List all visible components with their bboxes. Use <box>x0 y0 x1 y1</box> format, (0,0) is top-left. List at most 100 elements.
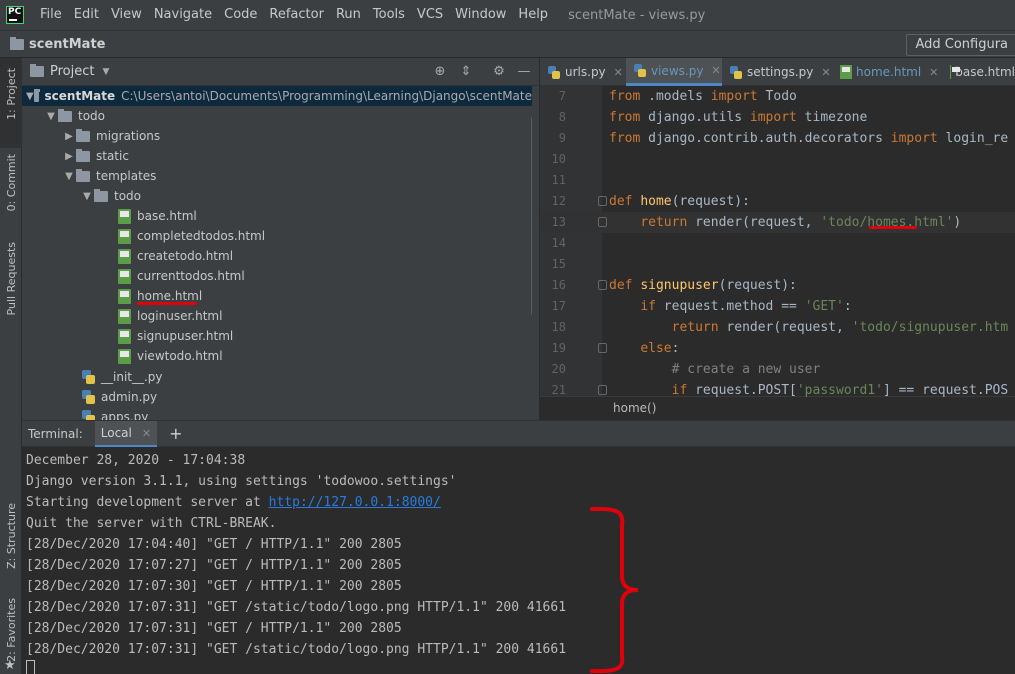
project-tree: ▼ scentMate C:\Users\antoi\Documents\Pro… <box>22 86 532 420</box>
line-number: 9 <box>558 131 566 145</box>
tree-item-file[interactable]: base.html <box>22 206 197 226</box>
tree-item-todo[interactable]: ▼ todo <box>22 106 105 126</box>
project-panel: Project ▼ ⊕ ⇕ ⚙ — ▼ scentMate C:\Users\a… <box>22 58 540 420</box>
tree-item-label: __init__.py <box>101 370 163 384</box>
code-line[interactable]: 7 from .models import Todo <box>540 86 1015 107</box>
line-number: 20 <box>551 362 566 376</box>
tree-item-file[interactable]: completedtodos.html <box>22 226 265 246</box>
tree-item-file[interactable]: currenttodos.html <box>22 266 245 286</box>
breadcrumb-function[interactable]: home() <box>613 401 656 415</box>
tree-item-file[interactable]: __init__.py <box>22 367 163 387</box>
chevron-down-icon[interactable]: ▼ <box>62 171 76 182</box>
code-token: timezone <box>796 110 868 125</box>
code-line[interactable]: 11 <box>540 170 1015 191</box>
left-tool-stripe: 1: Project 0: Commit Pull Requests Z: St… <box>0 58 22 674</box>
tree-item-file[interactable]: signupuser.html <box>22 326 233 346</box>
code-line[interactable]: 14 <box>540 233 1015 254</box>
close-icon[interactable]: ✕ <box>614 66 623 79</box>
code-line[interactable]: 21 if request.POST['password1'] == reque… <box>540 380 1015 401</box>
tool-tab-project[interactable]: 1: Project <box>0 58 22 148</box>
gear-icon[interactable]: ⚙ <box>491 64 507 80</box>
tree-item-static[interactable]: ▶ static <box>22 146 129 166</box>
red-annotation-underline <box>137 302 197 305</box>
tree-item-migrations[interactable]: ▶ migrations <box>22 126 160 146</box>
tree-item-file[interactable]: admin.py <box>22 387 157 407</box>
code-line[interactable]: 17 if request.method == 'GET': <box>540 296 1015 317</box>
add-terminal-icon[interactable]: + <box>169 424 182 443</box>
locate-icon[interactable]: ⊕ <box>432 64 448 80</box>
chevron-down-icon[interactable]: ▼ <box>26 91 34 102</box>
menu-vcs[interactable]: VCS <box>411 0 449 30</box>
code-token: django.contrib.auth.decorators <box>640 131 891 146</box>
line-number: 13 <box>551 215 566 229</box>
line-number: 19 <box>551 341 566 355</box>
chevron-right-icon[interactable]: ▶ <box>62 131 76 142</box>
python-file-icon <box>82 410 95 420</box>
code-line[interactable]: 10 <box>540 149 1015 170</box>
tree-item-file[interactable]: viewtodo.html <box>22 346 223 366</box>
menu-help[interactable]: Help <box>512 0 554 30</box>
menu-run[interactable]: Run <box>330 0 367 30</box>
menu-code[interactable]: Code <box>218 0 263 30</box>
terminal-cursor[interactable] <box>26 660 35 674</box>
tree-item-label: currenttodos.html <box>137 269 245 283</box>
menu-window[interactable]: Window <box>449 0 512 30</box>
menu-view[interactable]: View <box>105 0 148 30</box>
tree-item-file[interactable]: createtodo.html <box>22 246 233 266</box>
tab-settings-py[interactable]: settings.py ✕ <box>722 58 832 86</box>
fold-marker-icon[interactable] <box>598 217 607 227</box>
tree-item-templates[interactable]: ▼ templates <box>22 166 156 186</box>
tool-tab-commit[interactable]: 0: Commit <box>0 150 22 230</box>
chevron-down-icon[interactable]: ▼ <box>44 111 58 122</box>
tree-item-file[interactable]: loginuser.html <box>22 306 222 326</box>
chevron-down-icon[interactable]: ▼ <box>102 67 109 77</box>
code-line[interactable]: 18 return render(request, 'todo/signupus… <box>540 317 1015 338</box>
tab-home-html[interactable]: home.html ✕ <box>832 58 942 86</box>
tree-item-file[interactable]: apps.py <box>22 407 148 420</box>
code-line[interactable]: 12 def home(request): <box>540 191 1015 212</box>
code-line[interactable]: 15 <box>540 254 1015 275</box>
add-configuration-button[interactable]: Add Configura <box>906 34 1015 56</box>
tree-item-label: completedtodos.html <box>137 229 266 243</box>
menu-edit[interactable]: Edit <box>68 0 105 30</box>
close-icon[interactable]: ✕ <box>711 64 720 77</box>
hide-icon[interactable]: — <box>516 64 532 80</box>
code-line[interactable]: 16 def signupuser(request): <box>540 275 1015 296</box>
fold-marker-icon[interactable] <box>598 343 607 353</box>
tree-scrollbar[interactable] <box>531 116 532 316</box>
chevron-down-icon[interactable]: ▼ <box>80 191 94 202</box>
tool-tab-pull-requests[interactable]: Pull Requests <box>0 238 22 333</box>
menu-navigate[interactable]: Navigate <box>148 0 218 30</box>
code-line[interactable]: 13 return render(request, 'todo/homes.ht… <box>540 212 1015 233</box>
code-line[interactable]: 9 from django.contrib.auth.decorators imp… <box>540 128 1015 149</box>
tree-item-templates-todo[interactable]: ▼ todo <box>22 186 141 206</box>
fold-marker-icon[interactable] <box>598 280 607 290</box>
code-text: from django.contrib.auth.decorators impo… <box>609 128 1008 149</box>
collapse-all-icon[interactable]: ⇕ <box>458 64 474 80</box>
close-icon[interactable]: ✕ <box>929 66 938 79</box>
tab-views-py[interactable]: views.py ✕ <box>626 58 722 86</box>
fold-marker-icon[interactable] <box>598 196 607 206</box>
menu-refactor[interactable]: Refactor <box>263 0 330 30</box>
close-icon[interactable]: ✕ <box>142 427 151 440</box>
tab-base-html[interactable]: base.html <box>942 58 1015 86</box>
tab-urls-py[interactable]: urls.py ✕ <box>540 58 626 86</box>
terminal-tab-local[interactable]: Local ✕ <box>94 420 158 447</box>
menu-file[interactable]: File <box>34 0 68 30</box>
code-token: ) <box>953 215 962 230</box>
menu-tools[interactable]: Tools <box>367 0 411 30</box>
tool-tab-favorites[interactable]: 2: Favorites ★ <box>0 598 22 674</box>
code-line[interactable]: 19 else: <box>540 338 1015 359</box>
code-line[interactable]: 20 # create a new user <box>540 359 1015 380</box>
server-url-link[interactable]: http://127.0.0.1:8000/ <box>269 495 441 510</box>
tool-tab-structure[interactable]: Z: Structure <box>0 503 22 603</box>
fold-marker-icon[interactable] <box>598 385 607 395</box>
python-file-icon <box>82 390 95 404</box>
html-file-icon <box>118 248 131 264</box>
tree-root[interactable]: ▼ scentMate C:\Users\antoi\Documents\Pro… <box>22 86 532 106</box>
breadcrumb-project[interactable]: scentMate <box>29 37 105 52</box>
code-line[interactable]: 8 from django.utils import timezone <box>540 107 1015 128</box>
close-icon[interactable]: ✕ <box>821 66 830 79</box>
project-view-title[interactable]: Project <box>50 64 94 79</box>
chevron-right-icon[interactable]: ▶ <box>62 151 76 162</box>
